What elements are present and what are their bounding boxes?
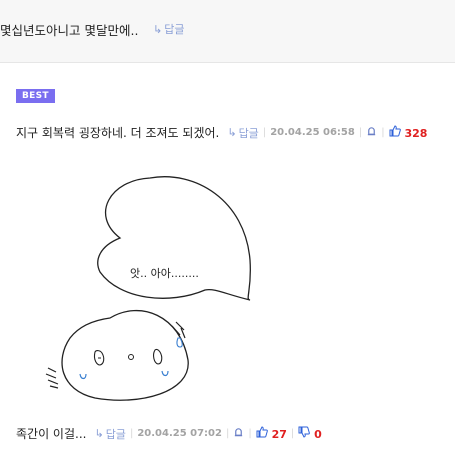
- reply-arrow-icon: ↳: [227, 126, 237, 139]
- comment-date: 20.04.25 06:58: [270, 127, 355, 138]
- comment-drawing: 앗.. 아아........: [45, 176, 252, 401]
- speech-bubble: [97, 176, 252, 301]
- reply-arrow-icon: ↳: [94, 427, 104, 440]
- comment-text: 족간이 이걸...: [16, 427, 87, 441]
- reply-label: 답글: [105, 427, 126, 441]
- comment-row: 지구 회복력 굉장하네. 더 조져도 되겠어. ↳ 답글 | 20.04.25 …: [16, 124, 427, 141]
- like-count: 328: [404, 127, 428, 140]
- thumbs-up-icon: [389, 125, 405, 140]
- like-button[interactable]: 328: [389, 125, 428, 140]
- comment-best: BEST 지구 회복력 굉장하네. 더 조져도 되겠어. ↳ 답글 | 20.0…: [0, 63, 455, 153]
- comment-text: 몇십년도아니고 몇달만에..: [0, 23, 139, 38]
- thumbs-up-icon: [256, 426, 272, 441]
- comment-date: 20.04.25 07:02: [137, 428, 222, 439]
- divider: |: [129, 428, 134, 439]
- reply-label: 답글: [238, 126, 259, 140]
- divider: |: [225, 428, 230, 439]
- reply-button[interactable]: ↳ 답글: [94, 426, 125, 442]
- comment-bottom: 족간이 이걸... ↳ 답글 | 20.04.25 07:02 | | 27 |…: [16, 425, 322, 442]
- dislike-button[interactable]: 0: [298, 426, 322, 441]
- divider: |: [248, 428, 252, 439]
- comment-text: 지구 회복력 굉장하네. 더 조져도 되겠어.: [16, 126, 220, 140]
- reply-arrow-icon: ↳: [153, 22, 163, 36]
- bell-icon[interactable]: [233, 427, 244, 441]
- reply-button[interactable]: ↳ 답글: [153, 21, 184, 37]
- bubble-text: 앗.. 아아........: [130, 267, 199, 280]
- motion-lines: [45, 367, 59, 389]
- comment-top: 몇십년도아니고 몇달만에.. ↳ 답글: [0, 0, 455, 63]
- best-badge: BEST: [16, 89, 55, 103]
- blob-body: [61, 309, 189, 401]
- divider: |: [358, 127, 363, 138]
- reply-label: 답글: [164, 23, 185, 36]
- reply-button[interactable]: ↳ 답글: [227, 125, 258, 141]
- thumbs-down-icon: [298, 426, 314, 441]
- divider: |: [290, 428, 295, 439]
- dislike-count: 0: [314, 428, 322, 441]
- like-count: 27: [271, 428, 287, 441]
- divider: |: [262, 127, 267, 138]
- bell-icon[interactable]: [366, 126, 377, 140]
- like-button[interactable]: 27: [256, 426, 287, 441]
- divider: |: [381, 127, 385, 138]
